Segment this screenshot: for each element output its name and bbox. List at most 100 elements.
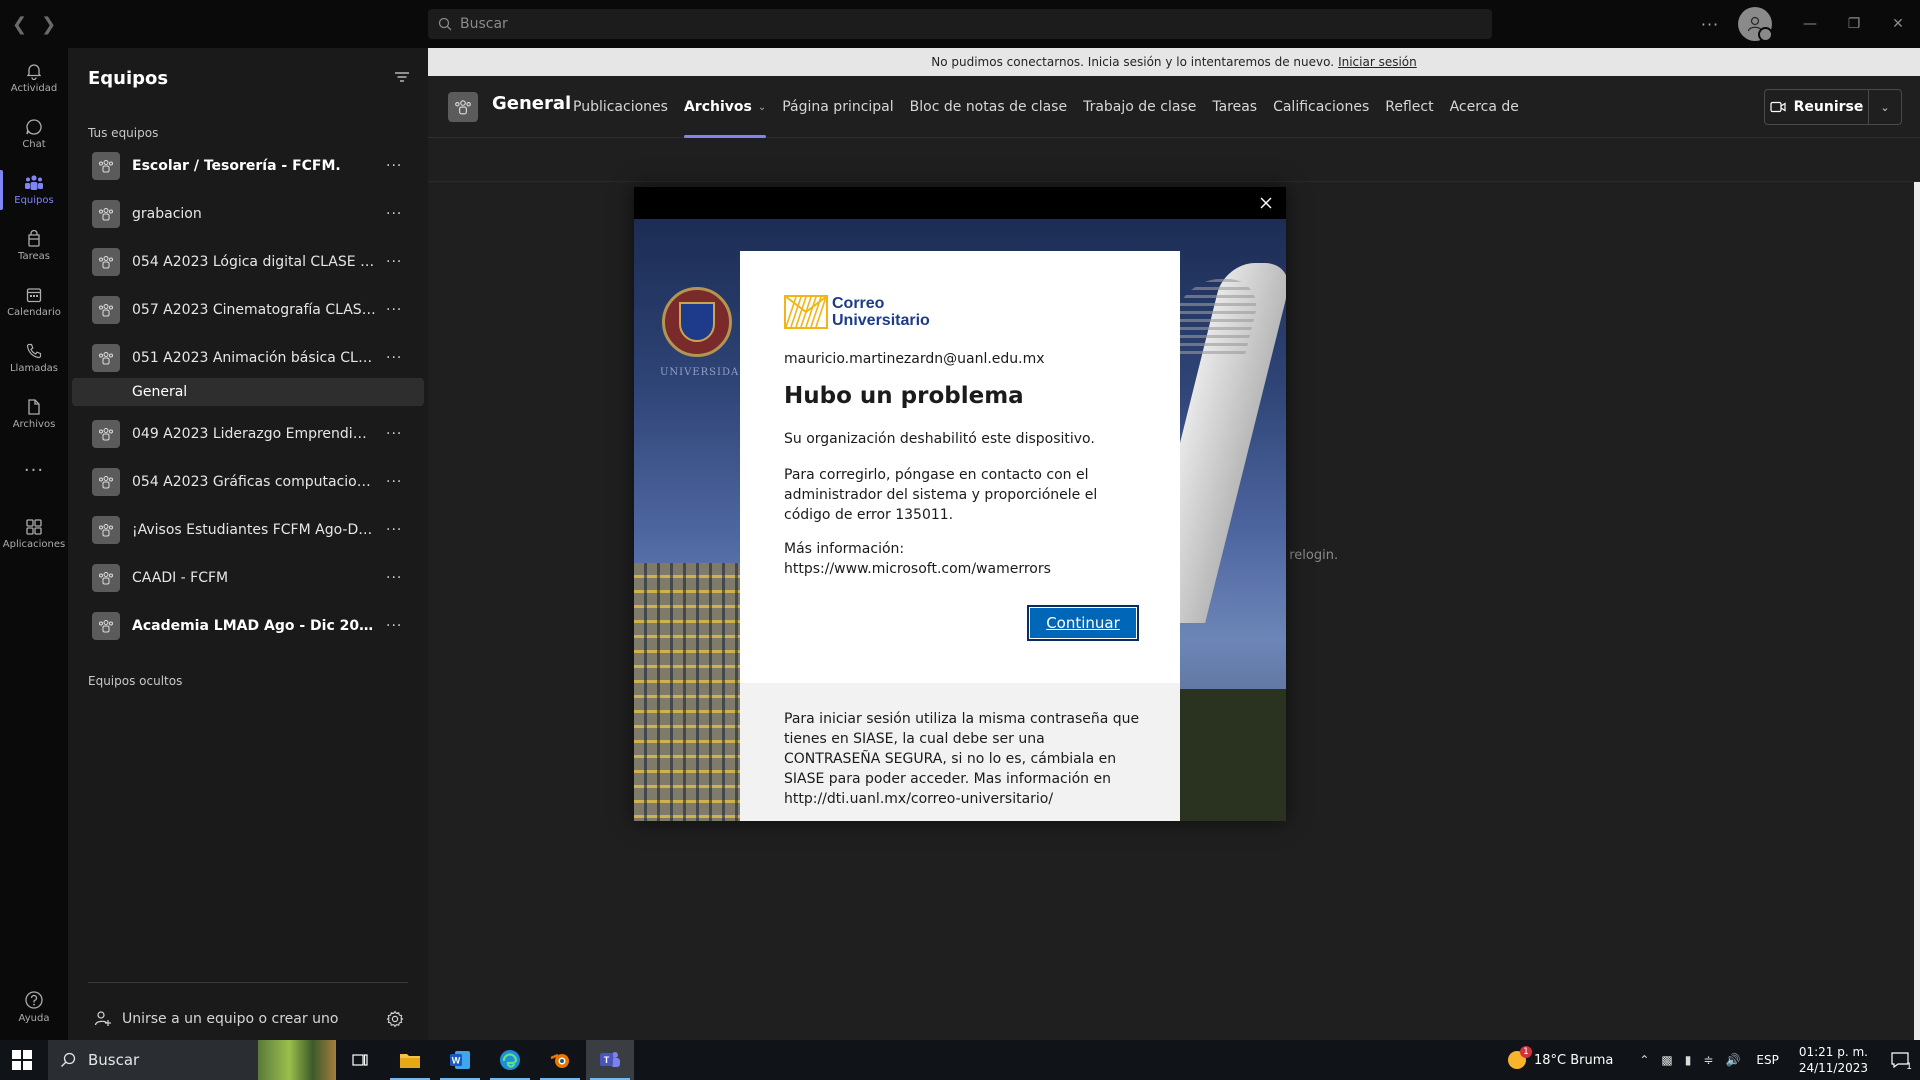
team-row[interactable]: 051 A2023 Animación básica CLASE ORDINAR… <box>72 336 424 380</box>
scrollbar[interactable] <box>1914 182 1920 1040</box>
battery-icon[interactable]: ▮ <box>1685 1053 1692 1067</box>
team-name: 051 A2023 Animación básica CLASE ORDINAR… <box>132 350 376 366</box>
team-row[interactable]: Escolar / Tesorería - FCFM. ··· <box>72 144 424 188</box>
team-row[interactable]: 057 A2023 Cinematografía CLASE ORDINARIA… <box>72 288 424 332</box>
video-camera-icon <box>1770 101 1786 113</box>
team-name: 054 A2023 Gráficas computacionales CLASE <box>132 474 376 490</box>
team-row[interactable]: CAADI - FCFM ··· <box>72 556 424 600</box>
close-icon[interactable] <box>1256 193 1276 213</box>
restore-button[interactable]: ❐ <box>1832 0 1876 48</box>
weather-sun-icon <box>1507 1046 1532 1069</box>
team-row[interactable]: 054 A2023 Gráficas computacionales CLASE… <box>72 460 424 504</box>
rail-label: Ayuda <box>18 1013 50 1024</box>
windows-start-icon[interactable] <box>12 1050 32 1070</box>
rail-item-aplicaciones[interactable]: Aplicaciones <box>0 506 68 562</box>
chevron-down-icon: ⌄ <box>757 101 767 113</box>
word-icon[interactable]: W <box>436 1040 484 1080</box>
chevron-down-icon: ⌄ <box>1880 100 1890 114</box>
wifi-icon[interactable]: ≑ <box>1703 1053 1713 1067</box>
chevron-up-icon[interactable]: ⌃ <box>1639 1053 1649 1067</box>
teams-app-icon[interactable]: T <box>586 1040 634 1080</box>
teams-panel: Equipos Tus equipos Escolar / Tesorería … <box>68 48 428 1040</box>
rail-item-chat[interactable]: Chat <box>0 106 68 162</box>
tab-calificaciones[interactable]: Calificaciones <box>1273 76 1369 138</box>
meet-dropdown-button[interactable]: ⌄ <box>1869 90 1901 124</box>
team-more-button[interactable]: ··· <box>386 618 402 634</box>
rail-item-llamadas[interactable]: Llamadas <box>0 330 68 386</box>
rail-item-tareas[interactable]: Tareas <box>0 218 68 274</box>
rail-item-archivos[interactable]: Archivos <box>0 386 68 442</box>
rail-item-ayuda[interactable]: Ayuda <box>0 990 68 1024</box>
back-arrow-icon[interactable]: ❮ <box>12 14 27 35</box>
meet-now-tray-icon[interactable]: ▩ <box>1661 1053 1672 1067</box>
tab-trabajo-de-clase[interactable]: Trabajo de clase <box>1083 76 1196 138</box>
chat-icon <box>26 119 42 135</box>
search-icon <box>61 1052 76 1067</box>
join-team-button[interactable]: Unirse a un equipo o crear uno <box>94 1010 338 1028</box>
error-title: Hubo un problema <box>784 383 1024 409</box>
edge-icon[interactable] <box>486 1040 534 1080</box>
weather-widget[interactable]: 18°C Bruma <box>1507 1046 1613 1069</box>
team-name: 049 A2023 Liderazgo Emprendimiento <box>132 426 376 442</box>
apps-icon <box>26 519 42 535</box>
team-icon <box>92 344 120 372</box>
section-hidden-teams[interactable]: Equipos ocultos <box>88 674 182 688</box>
blender-icon[interactable] <box>536 1040 584 1080</box>
clock[interactable]: 01:21 p. m. 24/11/2023 <box>1799 1044 1868 1076</box>
rail-label: Calendario <box>7 307 61 318</box>
close-window-button[interactable]: ✕ <box>1876 0 1920 48</box>
search-input[interactable]: Buscar <box>428 9 1492 39</box>
language-indicator[interactable]: ESP <box>1756 1053 1778 1067</box>
error-message: Su organización deshabilitó este disposi… <box>784 431 1095 447</box>
team-row[interactable]: ¡Avisos Estudiantes FCFM Ago-Dic 2023 ··… <box>72 508 424 552</box>
tab-acerca-de[interactable]: Acerca de <box>1450 76 1519 138</box>
panel-title: Equipos <box>88 68 169 89</box>
avatar[interactable] <box>1738 7 1773 42</box>
team-more-button[interactable]: ··· <box>386 474 402 490</box>
more-info-label: Más información: <box>784 541 905 557</box>
tab-tareas[interactable]: Tareas <box>1212 76 1257 138</box>
rail-item-equipos[interactable]: Equipos <box>0 162 68 218</box>
filter-icon[interactable] <box>394 70 410 84</box>
continue-button[interactable]: Continuar <box>1027 605 1139 641</box>
tab-publicaciones[interactable]: Publicaciones <box>573 76 668 138</box>
signin-dialog: UNIVERSIDAD A Correo Universitario mauri… <box>634 187 1286 821</box>
tab-label: Archivos <box>683 99 752 115</box>
meet-now-button[interactable]: Reunirse <box>1765 90 1869 124</box>
minimize-button[interactable]: — <box>1788 0 1832 48</box>
team-row[interactable]: grabacion ··· <box>72 192 424 236</box>
more-options-button[interactable]: ··· <box>1690 15 1730 34</box>
team-more-button[interactable]: ··· <box>386 522 402 538</box>
rail-more-button[interactable]: ··· <box>0 442 68 498</box>
tab-archivos[interactable]: Archivos ⌄ <box>683 76 767 138</box>
university-seal-icon <box>662 287 732 357</box>
task-view-icon[interactable] <box>336 1040 384 1080</box>
channel-general[interactable]: General <box>72 378 424 406</box>
team-row[interactable]: 049 A2023 Liderazgo Emprendimiento ··· <box>72 412 424 456</box>
notification-button[interactable]: 1 <box>1880 1040 1920 1080</box>
team-more-button[interactable]: ··· <box>386 206 402 222</box>
taskbar-search[interactable]: Buscar <box>48 1040 336 1080</box>
team-row[interactable]: Academia LMAD Ago - Dic 2023 | LMAD ··· <box>72 604 424 648</box>
team-more-button[interactable]: ··· <box>386 158 402 174</box>
meet-label: Reunirse <box>1793 99 1864 115</box>
rail-item-calendario[interactable]: Calendario <box>0 274 68 330</box>
team-row[interactable]: 054 A2023 Lógica digital CLASE ORDINARIA… <box>72 240 424 284</box>
file-explorer-icon[interactable] <box>386 1040 434 1080</box>
rail-label: Llamadas <box>9 363 59 374</box>
team-more-button[interactable]: ··· <box>386 302 402 318</box>
team-more-button[interactable]: ··· <box>386 350 402 366</box>
tab-reflect[interactable]: Reflect <box>1385 76 1433 138</box>
tab-pagina-principal[interactable]: Página principal <box>782 76 893 138</box>
forward-arrow-icon[interactable]: ❯ <box>41 14 56 35</box>
volume-icon[interactable]: 🔊 <box>1725 1053 1740 1067</box>
banner-signin-link[interactable]: Iniciar sesión <box>1338 55 1417 69</box>
gear-icon[interactable] <box>386 1010 404 1028</box>
team-more-button[interactable]: ··· <box>386 570 402 586</box>
team-more-button[interactable]: ··· <box>386 254 402 270</box>
team-more-button[interactable]: ··· <box>386 426 402 442</box>
rail-label: Actividad <box>10 83 58 94</box>
tab-bloc-de-notas[interactable]: Bloc de notas de clase <box>910 76 1067 138</box>
team-name: Escolar / Tesorería - FCFM. <box>132 158 341 174</box>
rail-item-actividad[interactable]: Actividad <box>0 50 68 106</box>
